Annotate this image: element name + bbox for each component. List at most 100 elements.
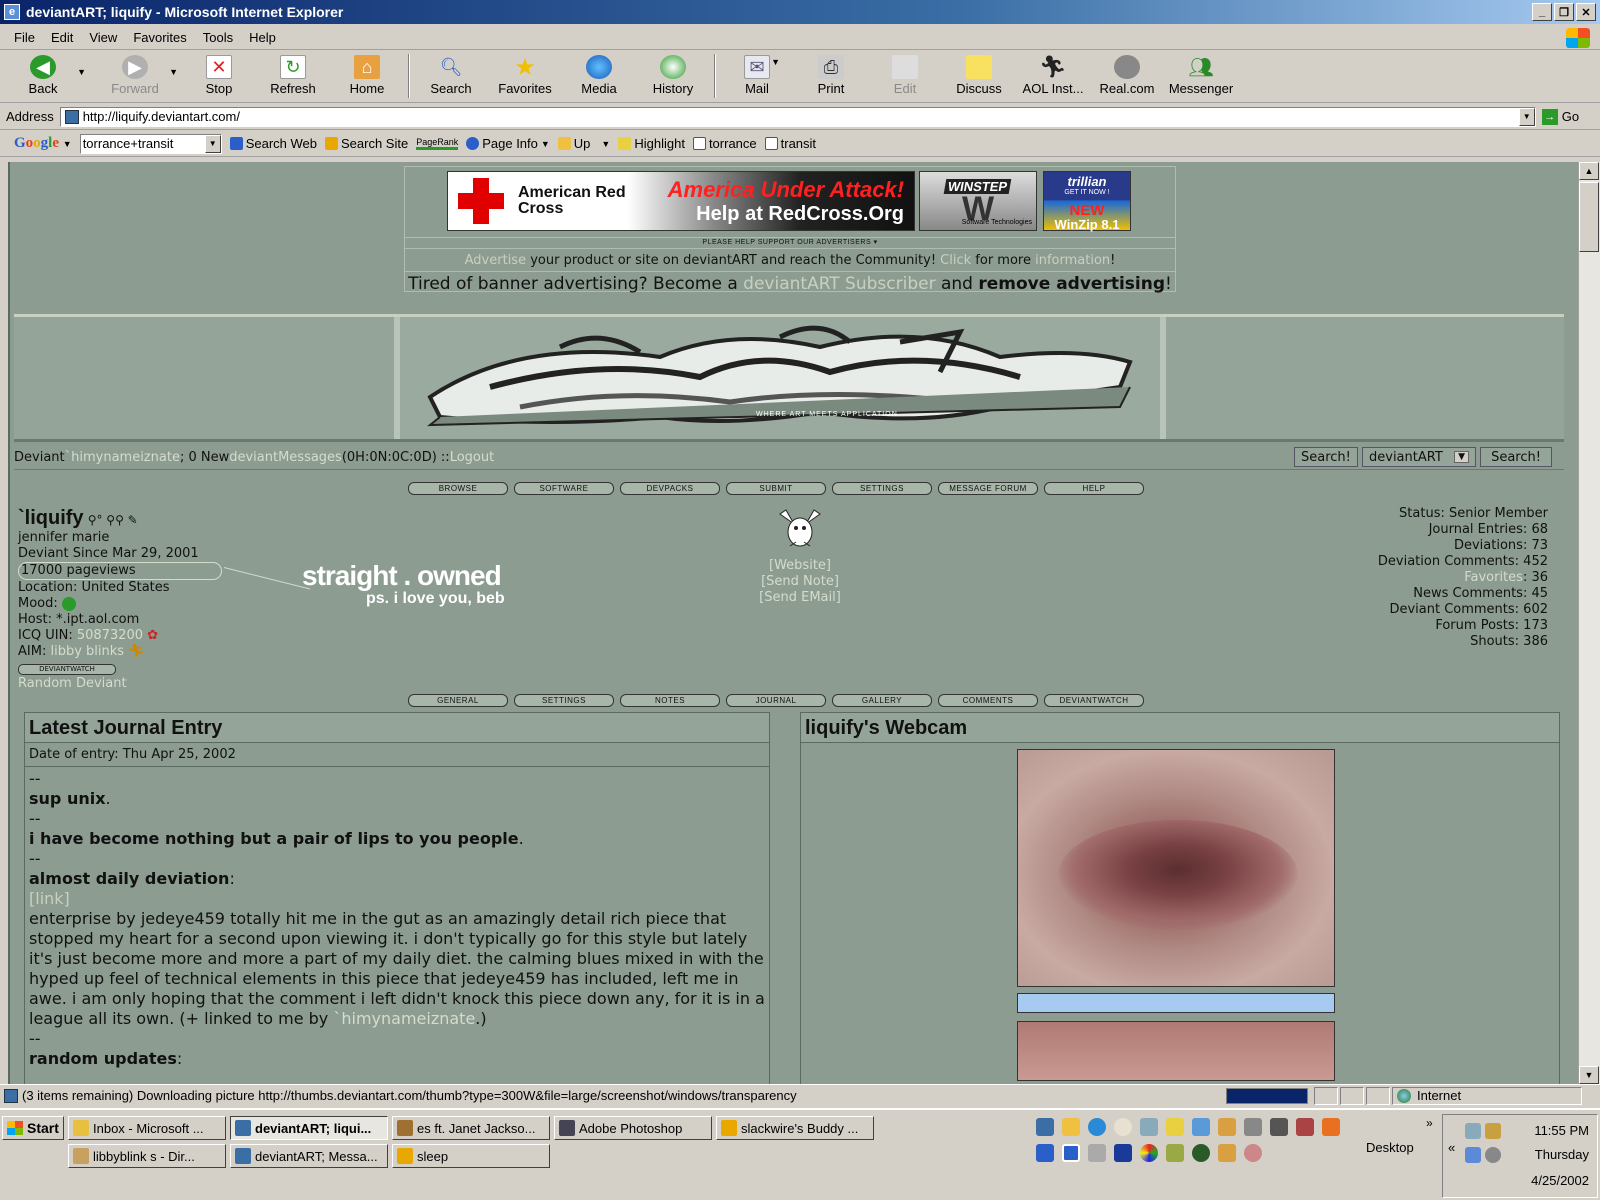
menu-edit[interactable]: Edit [43,30,81,45]
tab-deviantwatch[interactable]: DEVIANTWATCH [1044,694,1144,707]
tray-app-icon[interactable] [1465,1147,1481,1163]
current-user-link[interactable]: `himynameiznate [65,450,180,465]
nav-software[interactable]: SOFTWARE [514,482,614,495]
minimize-button[interactable]: _ [1532,3,1552,21]
search-input[interactable]: Search! [1294,447,1358,467]
highlight-button[interactable]: Highlight [618,136,685,151]
word-find-transit[interactable]: transit [764,136,816,151]
quicklaunch-browser-icon[interactable] [1088,1118,1106,1136]
up-button[interactable]: Up ▼ [557,136,610,151]
tab-notes[interactable]: NOTES [620,694,720,707]
quicklaunch-word-icon[interactable] [1114,1144,1132,1162]
quicklaunch-ie-icon[interactable] [1036,1118,1054,1136]
logout-link[interactable]: Logout [450,450,495,465]
real-button[interactable]: Real.com [1090,51,1164,101]
webcam-image-2[interactable] [1017,1021,1335,1081]
quicklaunch-app-icon[interactable] [1218,1118,1236,1136]
webcam-image[interactable] [1017,749,1335,987]
desktop-toolbar-label[interactable]: Desktop [1366,1140,1414,1155]
mail-dropdown-icon[interactable]: ▼ [771,57,780,67]
quicklaunch-app-icon[interactable] [1296,1118,1314,1136]
back-dropdown-icon[interactable]: ▼ [77,67,86,77]
quicklaunch-app-icon[interactable] [1244,1118,1262,1136]
home-button[interactable]: ⌂ Home [330,51,404,101]
deviantwatch-button[interactable]: DEVIANTWATCH [18,664,116,675]
address-input[interactable]: http://liquify.deviantart.com/ ▼ [59,106,1536,127]
send-email-link[interactable]: [Send EMail] [730,590,870,606]
click-link[interactable]: Click [940,253,971,268]
menu-favorites[interactable]: Favorites [125,30,194,45]
clock-time[interactable]: 11:55 PM [1534,1123,1589,1138]
icq-link[interactable]: 50873200 [77,628,143,643]
google-search-input[interactable]: torrance+transit ▼ [79,133,222,154]
menu-view[interactable]: View [81,30,125,45]
menu-tools[interactable]: Tools [195,30,241,45]
aim-link[interactable]: libby blinks [50,644,124,659]
task-music[interactable]: es ft. Janet Jackso... [392,1116,550,1140]
nav-browse[interactable]: BROWSE [408,482,508,495]
forward-button[interactable]: ▶ Forward ▼ [98,51,178,101]
quicklaunch-app-icon[interactable] [1192,1144,1210,1162]
quicklaunch-app-icon[interactable] [1166,1144,1184,1162]
quicklaunch-app-icon[interactable] [1192,1118,1210,1136]
discuss-button[interactable]: Discuss [942,51,1016,101]
history-button[interactable]: History [636,51,710,101]
search-web-button[interactable]: Search Web [229,136,317,151]
nav-devpacks[interactable]: DEVPACKS [620,482,720,495]
nav-settings[interactable]: SETTINGS [832,482,932,495]
media-button[interactable]: Media [562,51,636,101]
quicklaunch-folder-icon[interactable] [1062,1118,1080,1136]
favorites-button[interactable]: ★ Favorites [488,51,562,101]
refresh-button[interactable]: ↻ Refresh [256,51,330,101]
task-sleep[interactable]: sleep [392,1144,550,1168]
journal-link[interactable]: [link] [29,889,765,909]
trillian-winzip-ad[interactable]: trillian GET IT NOW ! NEW WinZip 8.1 [1043,171,1131,231]
menu-help[interactable]: Help [241,30,284,45]
website-link[interactable]: [Website] [730,558,870,574]
quicklaunch-app-icon[interactable] [1036,1144,1054,1162]
quicklaunch-app-icon[interactable] [1114,1118,1132,1136]
quicklaunch-overflow-icon[interactable]: » [1426,1116,1433,1130]
google-query-dropdown-icon[interactable]: ▼ [204,134,221,153]
task-directory[interactable]: libbyblink s - Dir... [68,1144,226,1168]
print-button[interactable]: ⎙ Print [794,51,868,101]
nav-submit[interactable]: SUBMIT [726,482,826,495]
mail-button[interactable]: ✉ Mail ▼ [720,51,794,101]
tray-volume-icon[interactable] [1485,1147,1501,1163]
winstep-ad[interactable]: WINSTEP W Software Technologies [919,171,1037,231]
stop-button[interactable]: ✕ Stop [182,51,256,101]
information-link[interactable]: information [1035,253,1110,268]
menu-file[interactable]: File [6,30,43,45]
scroll-thumb[interactable] [1579,182,1599,252]
tab-journal[interactable]: JOURNAL [726,694,826,707]
scroll-up-icon[interactable]: ▲ [1579,162,1599,180]
quicklaunch-app-icon[interactable] [1218,1144,1236,1162]
tab-general[interactable]: GENERAL [408,694,508,707]
back-button[interactable]: ◀ Back ▼ [6,51,86,101]
himynameiznate-link[interactable]: `himynameiznate [333,1009,475,1028]
task-deviantart-messages[interactable]: deviantART; Messa... [230,1144,388,1168]
edit-button[interactable]: Edit [868,51,942,101]
quicklaunch-app-icon[interactable] [1062,1144,1080,1162]
nav-help[interactable]: HELP [1044,482,1144,495]
send-note-link[interactable]: [Send Note] [730,574,870,590]
page-info-button[interactable]: Page Info ▼ [466,136,550,151]
favorites-link[interactable]: Favorites [1464,570,1523,585]
task-buddy[interactable]: slackwire's Buddy ... [716,1116,874,1140]
deviantart-logo[interactable]: WHERE ART MEETS APPLICATION [394,317,1166,439]
restore-button[interactable]: ❐ [1554,3,1574,21]
quicklaunch-app-icon[interactable] [1166,1118,1184,1136]
search-submit-button[interactable]: Search! [1480,447,1552,467]
tray-app-icon[interactable] [1485,1123,1501,1139]
quicklaunch-app-icon[interactable] [1140,1144,1158,1162]
deviant-messages-link[interactable]: deviantMessages [229,450,342,465]
quicklaunch-app-icon[interactable] [1244,1144,1262,1162]
redcross-banner-ad[interactable]: American Red Cross America Under Attack!… [447,171,915,231]
subscriber-link[interactable]: deviantART Subscriber [743,274,935,294]
tab-settings[interactable]: SETTINGS [514,694,614,707]
task-inbox[interactable]: Inbox - Microsoft ... [68,1116,226,1140]
quicklaunch-app-icon[interactable] [1088,1144,1106,1162]
vertical-scrollbar[interactable]: ▲ ▼ [1578,162,1600,1084]
scroll-down-icon[interactable]: ▼ [1579,1066,1599,1084]
random-deviant-link[interactable]: Random Deviant [18,676,538,692]
